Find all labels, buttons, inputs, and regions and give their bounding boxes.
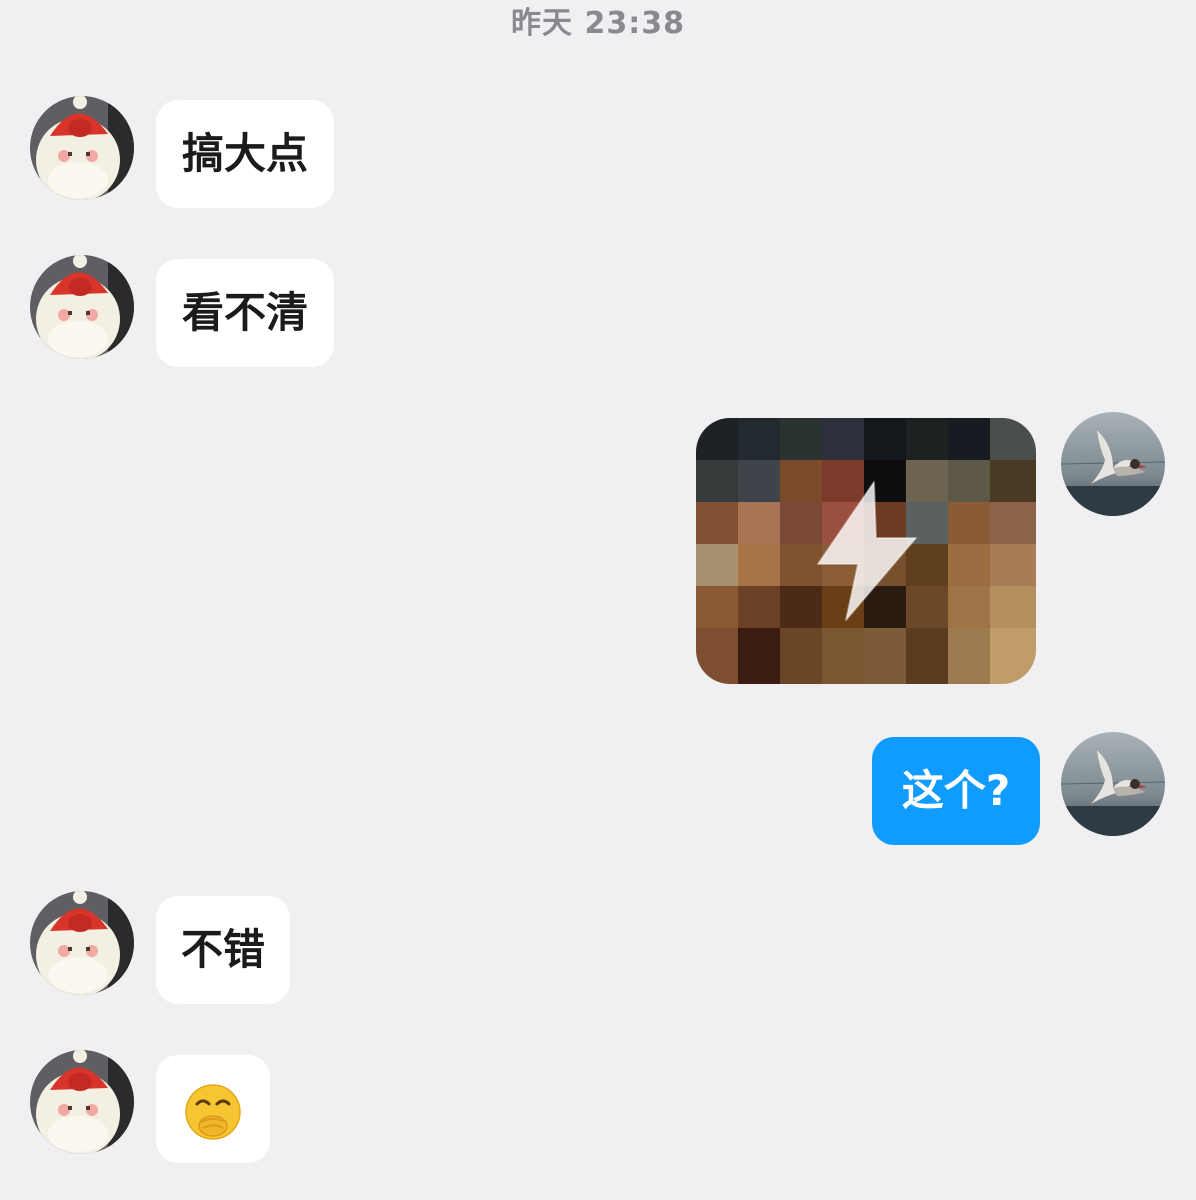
message-bubble-incoming[interactable]: 不错	[156, 896, 290, 1004]
contact-avatar[interactable]	[30, 96, 134, 200]
contact-avatar[interactable]	[30, 1050, 134, 1154]
santa-cake-avatar-icon	[30, 891, 134, 995]
seagull-avatar-icon	[1061, 732, 1165, 836]
message-bubble-incoming-emoji[interactable]	[156, 1055, 270, 1163]
pixelated-flash-photo	[696, 418, 1036, 684]
contact-avatar[interactable]	[30, 255, 134, 359]
seagull-avatar-icon	[1061, 412, 1165, 516]
chat-thread[interactable]: 昨天 23:38 搞大点 看不清 这个? 不错	[0, 0, 1196, 1200]
chat-timestamp: 昨天 23:38	[511, 6, 685, 41]
message-bubble-incoming[interactable]: 搞大点	[156, 100, 334, 208]
message-image-outgoing[interactable]	[696, 418, 1036, 684]
message-bubble-incoming[interactable]: 看不清	[156, 259, 334, 367]
santa-cake-avatar-icon	[30, 1050, 134, 1154]
self-avatar[interactable]	[1061, 732, 1165, 836]
face-with-hand-over-mouth-icon	[183, 1082, 243, 1142]
message-bubble-outgoing[interactable]: 这个?	[872, 737, 1040, 845]
santa-cake-avatar-icon	[30, 96, 134, 200]
contact-avatar[interactable]	[30, 891, 134, 995]
self-avatar[interactable]	[1061, 412, 1165, 516]
santa-cake-avatar-icon	[30, 255, 134, 359]
